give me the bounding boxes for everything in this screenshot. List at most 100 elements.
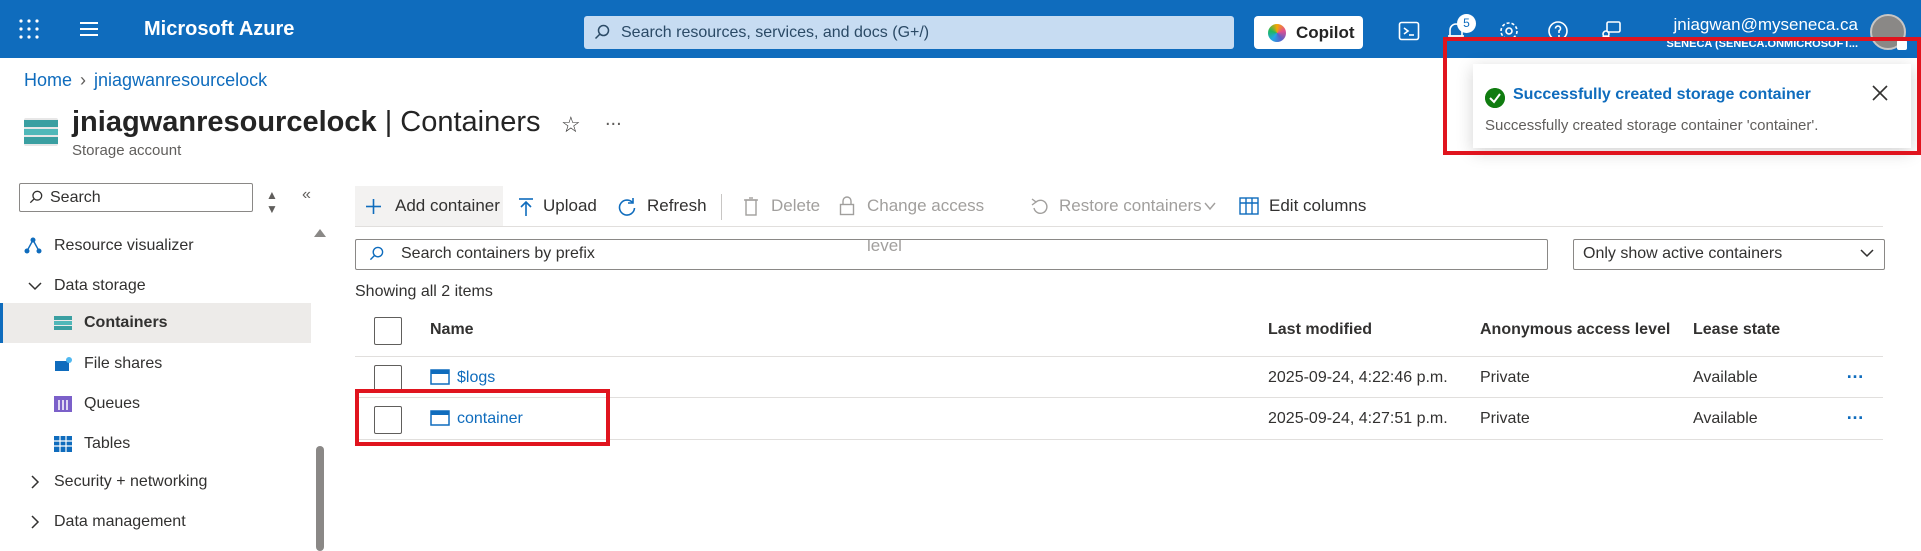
row-more-actions-button[interactable]: … [1846, 362, 1865, 383]
lock-icon [839, 196, 855, 216]
add-container-label: Add container [395, 196, 500, 215]
copilot-icon [1268, 24, 1286, 42]
row-more-actions-button[interactable]: … [1846, 403, 1865, 424]
sidebar-search-input[interactable]: Search [19, 183, 253, 212]
page-title: jniagwanresourcelock | Containers [72, 106, 541, 139]
lease-state-cell: Available [1693, 410, 1758, 427]
access-level-cell: Private [1480, 369, 1530, 386]
refresh-label: Refresh [647, 196, 707, 215]
toolbar-divider [721, 194, 722, 220]
chevron-down-icon [28, 282, 42, 291]
sidebar-item-label: Data storage [54, 277, 146, 294]
file-shares-icon [55, 357, 72, 371]
container-name-link[interactable]: $logs [457, 369, 495, 387]
trash-icon [744, 197, 758, 216]
breadcrumb-resource[interactable]: jniagwanresourcelock [94, 70, 267, 90]
highlight-box-container-row [355, 389, 610, 446]
toolbar-divider-line [355, 226, 1883, 227]
queues-icon [54, 396, 72, 412]
user-email[interactable]: jniagwan@myseneca.ca [1673, 15, 1858, 35]
edit-columns-label: Edit columns [1269, 196, 1367, 215]
search-icon [594, 24, 610, 40]
copilot-label: Copilot [1296, 23, 1355, 42]
sidebar-item-label: Resource visualizer [54, 237, 194, 254]
storage-account-icon [24, 118, 58, 146]
app-launcher-icon[interactable] [18, 18, 40, 40]
column-header-last-modified[interactable]: Last modified [1268, 321, 1372, 339]
scroll-up-arrow-icon[interactable] [314, 229, 326, 237]
upload-button[interactable]: Upload [517, 186, 607, 226]
column-header-access-level[interactable]: Anonymous access level [1480, 321, 1670, 339]
chevron-down-icon [1860, 249, 1874, 258]
table-header-divider [355, 356, 1883, 357]
upload-icon [519, 198, 533, 216]
sidebar-item-containers[interactable]: Containers [0, 303, 311, 343]
resource-name: jniagwanresourcelock [72, 106, 377, 138]
refresh-icon [618, 198, 636, 216]
page-subtitle: Storage account [72, 142, 182, 159]
column-header-name[interactable]: Name [430, 321, 474, 339]
container-prefix-search-input[interactable]: Search containers by prefix [355, 239, 1548, 270]
plus-icon [366, 199, 381, 214]
chevron-right-icon [31, 515, 40, 529]
search-icon [369, 246, 384, 261]
upload-label: Upload [543, 196, 597, 215]
highlight-box-toast [1443, 37, 1921, 155]
sidebar-search-placeholder: Search [50, 189, 101, 206]
sidebar-scrollbar-thumb[interactable] [316, 446, 324, 551]
sidebar-item-tables[interactable]: Tables [0, 424, 311, 464]
sidebar-group-data-management[interactable]: Data management [24, 502, 312, 542]
tables-icon [54, 436, 72, 452]
sidebar-item-label: Containers [84, 314, 168, 331]
edit-columns-button[interactable]: Edit columns [1239, 186, 1369, 226]
global-search-placeholder: Search resources, services, and docs (G+… [621, 24, 930, 41]
delete-label: Delete [771, 196, 821, 215]
sort-updown-icon[interactable]: ▲ ▼ [266, 188, 278, 216]
sidebar-item-resource-visualizer[interactable]: Resource visualizer [24, 226, 312, 266]
sidebar-group-data-storage[interactable]: Data storage [24, 266, 312, 306]
copilot-button[interactable]: Copilot [1254, 16, 1363, 49]
breadcrumb: Home › jniagwanresourcelock [24, 70, 267, 91]
sidebar-item-label: Tables [84, 435, 131, 452]
lease-state-cell: Available [1693, 369, 1758, 386]
filter-selected-value: Only show active containers [1583, 245, 1783, 262]
cloud-shell-icon[interactable] [1398, 20, 1420, 42]
menu-icon[interactable] [78, 20, 100, 38]
chevron-down-icon [1204, 202, 1216, 211]
last-modified-cell: 2025-09-24, 4:22:46 p.m. [1268, 369, 1448, 386]
last-modified-cell: 2025-09-24, 4:27:51 p.m. [1268, 410, 1448, 427]
sidebar-item-label: Security + networking [54, 473, 208, 490]
chevron-right-icon: › [80, 70, 87, 90]
brand-title[interactable]: Microsoft Azure [144, 18, 294, 41]
active-containers-filter-dropdown[interactable]: Only show active containers [1573, 239, 1885, 270]
restore-containers-button[interactable]: Restore containers [1031, 186, 1231, 226]
notification-count-badge: 5 [1457, 14, 1476, 33]
sidebar-item-label: Data management [54, 513, 186, 530]
more-actions-button[interactable]: ... [605, 108, 622, 131]
breadcrumb-home[interactable]: Home [24, 70, 72, 90]
prefix-search-placeholder: Search containers by prefix [401, 245, 595, 262]
search-icon [29, 190, 43, 204]
chevron-right-icon [31, 475, 40, 489]
sidebar-item-file-shares[interactable]: File shares [0, 344, 311, 384]
favorite-star-icon[interactable]: ☆ [561, 112, 581, 138]
containers-icon [54, 316, 72, 330]
change-access-level-button[interactable]: Change access level [839, 186, 1009, 255]
column-header-lease-state[interactable]: Lease state [1693, 321, 1780, 339]
collapse-sidebar-icon[interactable]: « [302, 186, 311, 204]
item-count-text: Showing all 2 items [355, 283, 493, 300]
sidebar-item-label: Queues [84, 395, 141, 412]
sidebar-item-label: File shares [84, 355, 163, 372]
select-all-checkbox[interactable] [374, 317, 402, 345]
resource-visualizer-icon [24, 237, 42, 254]
page-name: | Containers [384, 106, 541, 138]
add-container-button[interactable]: Add container [355, 186, 503, 226]
global-search-input[interactable]: Search resources, services, and docs (G+… [584, 16, 1234, 49]
edit-columns-icon [1239, 197, 1259, 215]
sidebar-item-queues[interactable]: Queues [0, 384, 311, 424]
access-level-cell: Private [1480, 410, 1530, 427]
refresh-button[interactable]: Refresh [617, 186, 707, 226]
undo-icon [1031, 198, 1048, 214]
sidebar-group-security-networking[interactable]: Security + networking [24, 462, 312, 502]
delete-button[interactable]: Delete [743, 186, 827, 226]
